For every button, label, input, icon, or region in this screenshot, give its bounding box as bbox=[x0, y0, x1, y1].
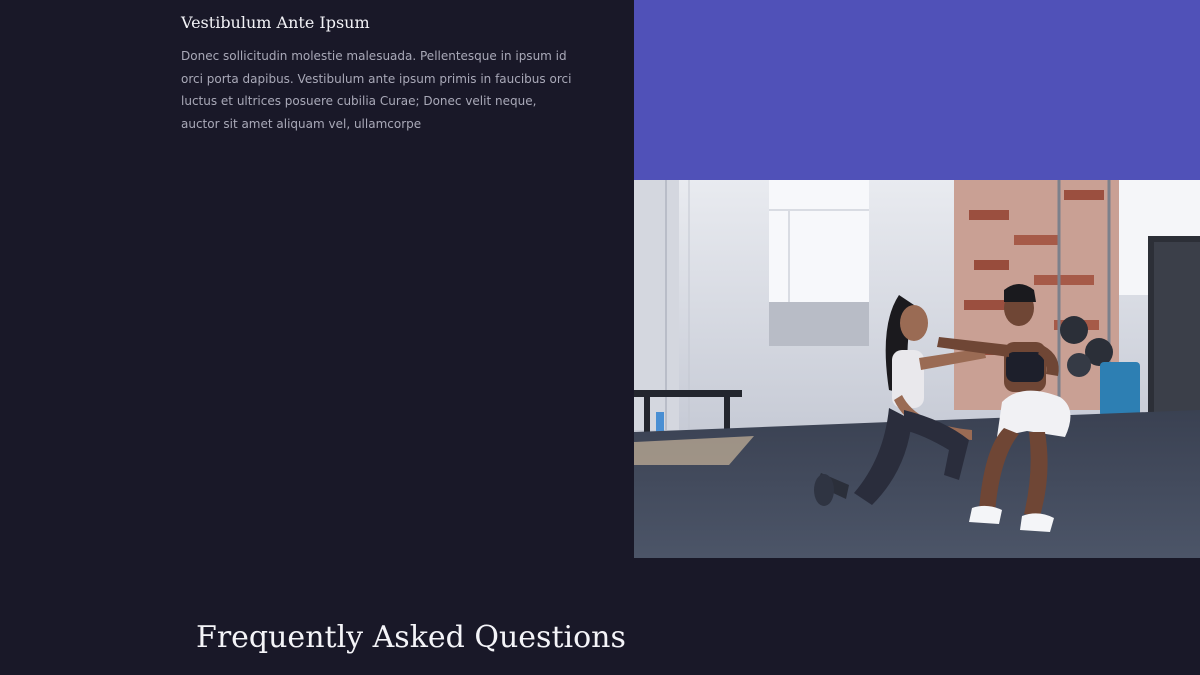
bench bbox=[634, 390, 742, 397]
gym-photo-illustration bbox=[634, 180, 1200, 558]
faq-section-heading: Frequently Asked Questions bbox=[196, 620, 626, 655]
accent-color-block bbox=[634, 0, 1200, 180]
window-left bbox=[769, 180, 869, 302]
barrel bbox=[1100, 362, 1140, 417]
feature-description: Donec sollicitudin molestie malesuada. P… bbox=[181, 49, 572, 131]
gym-training-photo bbox=[634, 180, 1200, 558]
feature-title: Vestibulum Ante Ipsum bbox=[181, 13, 370, 32]
page: Vestibulum Ante Ipsum Donec sollicitudin… bbox=[0, 0, 1200, 675]
